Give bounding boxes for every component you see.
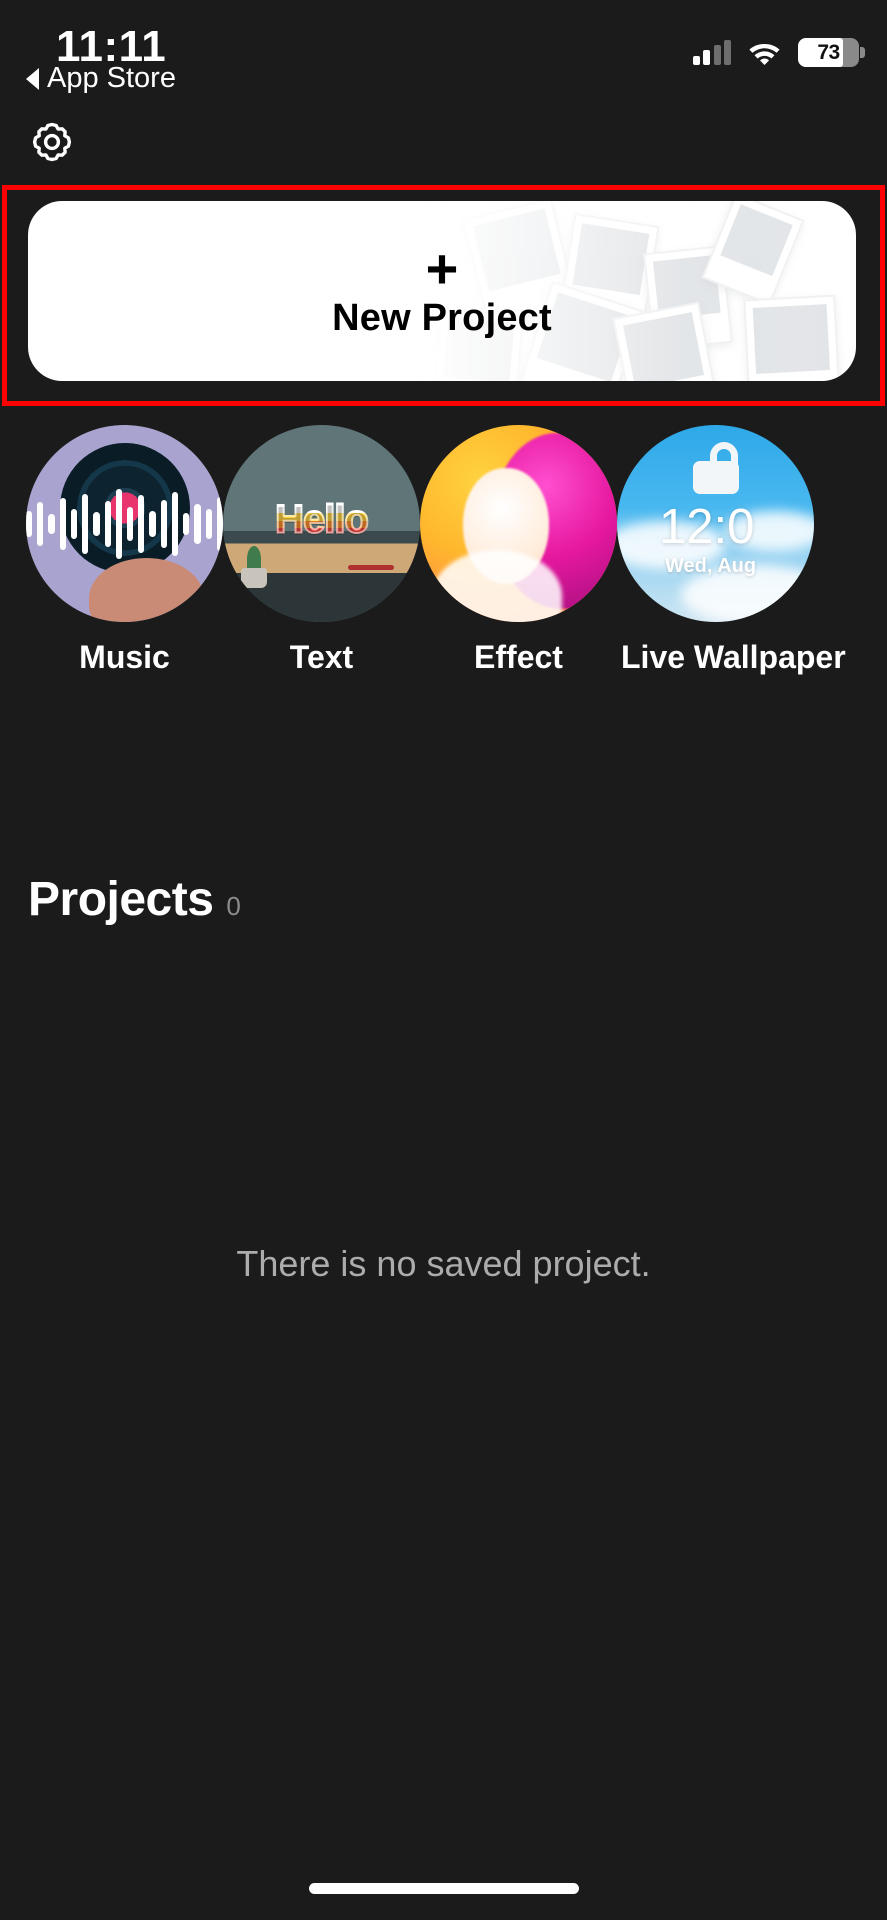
gear-icon: [32, 122, 72, 162]
category-item-music[interactable]: Music: [26, 425, 223, 676]
back-to-app-store-link[interactable]: App Store: [26, 62, 176, 95]
effect-thumbnail: [420, 425, 617, 622]
category-label: Effect: [474, 639, 563, 675]
category-label: Live Wallpaper: [621, 639, 846, 675]
wifi-icon: [748, 40, 781, 65]
plus-icon: +: [425, 236, 459, 300]
home-indicator[interactable]: [308, 1883, 579, 1894]
cellular-signal-icon: [692, 39, 731, 65]
settings-button[interactable]: [26, 116, 78, 168]
plant-decoration: [237, 546, 271, 588]
battery-percent-label: 73: [817, 40, 840, 64]
category-label: Text: [289, 639, 354, 675]
category-item-text[interactable]: Hello Text: [223, 425, 420, 676]
text-thumbnail: Hello: [223, 425, 420, 622]
category-carousel[interactable]: Music Hello Text Effect 12:0 Wed, Aug Li…: [0, 425, 887, 675]
back-triangle-icon: [26, 67, 39, 90]
new-project-label: New Project: [332, 296, 552, 339]
projects-section-header: Projects 0: [28, 872, 241, 927]
category-item-effect[interactable]: Effect: [420, 425, 617, 676]
back-label: App Store: [47, 62, 176, 94]
lockscreen-clock: 12:0: [659, 500, 755, 554]
pen-decoration: [348, 565, 394, 570]
category-label: Music: [79, 639, 170, 675]
lockscreen-date: Wed, Aug: [665, 555, 757, 577]
live-wallpaper-thumbnail: 12:0 Wed, Aug: [617, 425, 814, 622]
waveform-icon: [26, 478, 223, 570]
category-item-live-wallpaper[interactable]: 12:0 Wed, Aug Live Wallpaper: [617, 425, 846, 676]
empty-state-message: There is no saved project.: [236, 1243, 651, 1284]
music-thumbnail: [26, 425, 223, 622]
lock-icon: [692, 442, 739, 494]
hello-overlay-text: Hello: [274, 496, 370, 542]
status-indicators: 73: [692, 38, 865, 67]
battery-icon: 73: [798, 38, 865, 67]
app-screen: 11:11 73 App Store + New Project Music H…: [0, 0, 887, 1920]
new-project-button[interactable]: + New Project: [28, 201, 856, 381]
projects-title: Projects: [28, 873, 214, 926]
projects-count-badge: 0: [226, 891, 241, 921]
